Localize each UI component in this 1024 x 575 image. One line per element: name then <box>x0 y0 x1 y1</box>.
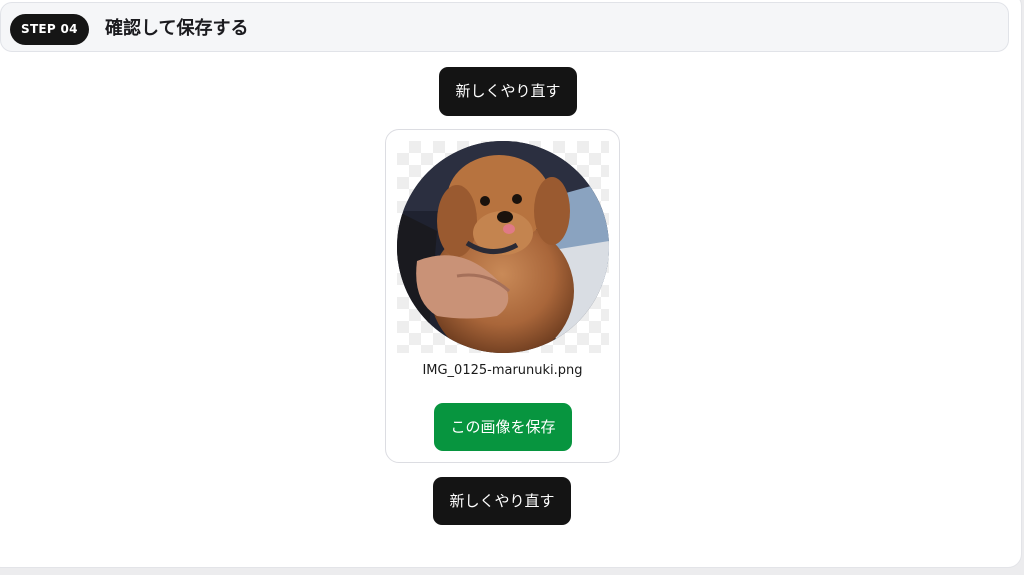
output-filename: IMG_0125-marunuki.png <box>422 363 583 378</box>
step-title: 確認して保存する <box>105 18 249 39</box>
step-header: STEP 04 確認して保存する <box>0 2 1009 52</box>
save-image-button[interactable]: この画像を保存 <box>434 403 572 451</box>
page: STEP 04 確認して保存する 新しくやり直す IMG_0125-marunu… <box>0 0 1024 575</box>
step-badge: STEP 04 <box>10 14 89 45</box>
result-card: IMG_0125-marunuki.png この画像を保存 <box>385 129 620 463</box>
restart-button-top[interactable]: 新しくやり直す <box>439 67 577 116</box>
cutout-photo <box>397 141 609 353</box>
restart-button-bottom[interactable]: 新しくやり直す <box>433 477 571 525</box>
transparent-preview <box>397 141 609 353</box>
